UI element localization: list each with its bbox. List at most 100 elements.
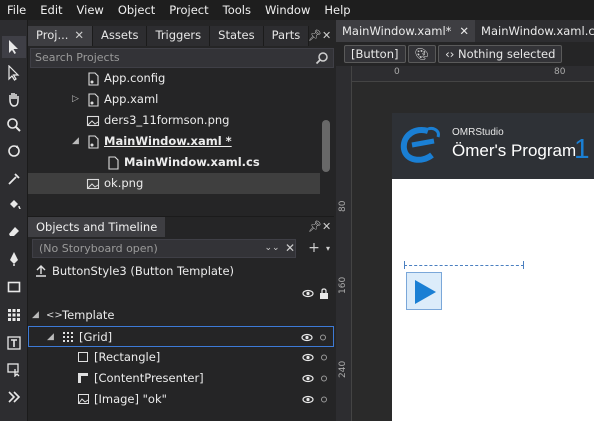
tab-mainwindow-cs[interactable]: MainWindow.xaml.cs (475, 20, 594, 42)
chevron-down-icon[interactable]: ▾ (320, 239, 336, 258)
eye-icon[interactable] (301, 327, 313, 348)
tree-item-mainwindow-cs[interactable]: MainWindow.xaml.cs (28, 152, 320, 173)
tree-item-mainwindow-xaml[interactable]: ◢ MainWindow.xaml * (28, 131, 320, 152)
control-tool-icon[interactable] (2, 358, 26, 380)
tab-triggers[interactable]: Triggers (147, 26, 211, 46)
tree-item-grid[interactable]: ◢ [Grid] (28, 326, 334, 347)
storyboard-picker[interactable]: (No Storyboard open) (32, 239, 296, 258)
template-edit-icon[interactable]: 🎨︎ (407, 45, 437, 63)
search-icon[interactable] (315, 51, 329, 65)
collapse-arrow-icon[interactable]: ◢ (47, 327, 54, 348)
assets-expand-icon[interactable] (2, 386, 26, 408)
tree-item-app-xaml[interactable]: ▷ App.xaml (28, 89, 320, 110)
menu-object[interactable]: Object (111, 0, 162, 20)
breadcrumb-selection[interactable]: ‹› Nothing selected (438, 45, 563, 63)
toolbox (0, 20, 28, 421)
tab-label: MainWindow.xaml* (342, 24, 452, 38)
selection-tool-icon[interactable] (2, 36, 26, 58)
close-icon[interactable]: ✕ (322, 217, 331, 237)
content-presenter-icon (78, 373, 88, 383)
xaml-file-icon (88, 93, 99, 107)
tree-item-content-presenter[interactable]: [ContentPresenter] (28, 368, 334, 389)
scope-visibility-row (28, 283, 334, 304)
document-tabs: MainWindow.xaml* ✕ MainWindow.xaml.cs (336, 20, 594, 42)
lock-toggle-icon[interactable] (319, 347, 329, 368)
close-storyboard-icon[interactable]: ✕ (282, 239, 298, 258)
config-file-icon (88, 72, 99, 86)
menu-window[interactable]: Window (258, 0, 317, 20)
ruler-label: 160 (338, 276, 348, 294)
designed-window[interactable]: OMRStudio Ömer's Program 1 (392, 113, 594, 421)
pin-icon[interactable]: 📌︎ (308, 26, 322, 46)
tree-item-template[interactable]: ◢ <> Template (28, 305, 334, 326)
eyedropper-tool-icon[interactable] (2, 168, 26, 190)
tab-mainwindow-xaml[interactable]: MainWindow.xaml* ✕ (336, 20, 476, 42)
pan-tool-icon[interactable] (2, 88, 26, 110)
app-brand: OMRStudio (452, 127, 504, 138)
scope-row[interactable]: ButtonStyle3 (Button Template) (28, 261, 334, 282)
app-logo-icon (400, 127, 440, 163)
tree-item-ok-png[interactable]: ok.png (28, 173, 320, 194)
tree-item-image[interactable]: [Image] "ok" (28, 389, 334, 410)
tree-item-ders3-png[interactable]: ders3_11formson.png (28, 110, 320, 131)
ruler-label: 80 (338, 200, 348, 212)
close-icon[interactable]: ✕ (74, 28, 84, 42)
camera-orbit-tool-icon[interactable] (2, 140, 26, 162)
ruler-label: 80 (554, 67, 566, 77)
storyboard-dropdown-icon[interactable]: ⌄⌄ (264, 239, 280, 258)
tab-projects[interactable]: Proj... ✕ (28, 26, 94, 46)
breadcrumb: [Button] 🎨︎ ‹› Nothing selected (336, 42, 594, 66)
projects-tab-bar: Proj... ✕ Assets Triggers States Parts 📌︎… (28, 26, 334, 46)
selection-guide-end (523, 261, 524, 269)
lock-icon[interactable] (319, 283, 329, 304)
play-button-preview[interactable] (406, 272, 442, 310)
menu-edit[interactable]: Edit (33, 0, 69, 20)
menu-help[interactable]: Help (317, 0, 357, 20)
close-icon[interactable]: ✕ (322, 26, 331, 46)
rectangle-tool-icon[interactable] (2, 276, 26, 298)
search-placeholder: Search Projects (35, 51, 120, 64)
breadcrumb-button[interactable]: [Button] (344, 45, 406, 63)
panel-title: Objects and Timeline (28, 217, 166, 237)
tree-item-label: [Grid] (79, 330, 113, 344)
eye-icon[interactable] (302, 389, 314, 410)
tree-item-rectangle[interactable]: [Rectangle] (28, 347, 334, 368)
xaml-file-icon (88, 135, 99, 149)
tree-item-label: App.config (104, 71, 166, 85)
pin-icon[interactable]: 📌︎ (308, 217, 322, 237)
pen-tool-icon[interactable] (2, 248, 26, 270)
tab-states[interactable]: States (210, 26, 264, 46)
lock-toggle-icon[interactable] (319, 368, 329, 389)
projects-scrollbar[interactable] (322, 120, 330, 172)
ruler-label: 240 (338, 360, 348, 378)
expand-arrow-icon[interactable]: ▷ (72, 89, 82, 110)
collapse-arrow-icon[interactable]: ◢ (32, 305, 39, 326)
close-icon[interactable]: ✕ (459, 24, 469, 38)
tree-item-label: App.xaml (104, 92, 159, 106)
menu-view[interactable]: View (70, 0, 111, 20)
horizontal-ruler: 0 80 (336, 66, 594, 82)
zoom-tool-icon[interactable] (2, 114, 26, 136)
tree-item-app-config[interactable]: App.config (28, 68, 320, 89)
menu-file[interactable]: File (0, 0, 33, 20)
tab-parts[interactable]: Parts (263, 26, 310, 46)
eye-icon[interactable] (302, 283, 314, 304)
scope-up-icon[interactable] (35, 265, 47, 277)
tab-assets[interactable]: Assets (93, 26, 148, 46)
eye-icon[interactable] (302, 368, 314, 389)
scope-label: ButtonStyle3 (Button Template) (52, 264, 235, 278)
menu-tools[interactable]: Tools (216, 0, 258, 20)
menu-project[interactable]: Project (162, 0, 215, 20)
lock-toggle-icon[interactable] (319, 389, 329, 410)
selection-label: Nothing selected (457, 47, 556, 61)
paint-bucket-tool-icon[interactable] (2, 194, 26, 216)
text-tool-icon[interactable] (2, 332, 26, 354)
tab-label: MainWindow.xaml.cs (481, 24, 594, 38)
eye-icon[interactable] (302, 347, 314, 368)
collapse-arrow-icon[interactable]: ◢ (72, 131, 82, 152)
search-input[interactable]: Search Projects (30, 48, 334, 68)
eraser-tool-icon[interactable] (2, 220, 26, 242)
grid-layout-tool-icon[interactable] (2, 304, 26, 326)
lock-toggle-icon[interactable] (318, 327, 328, 348)
direct-selection-tool-icon[interactable] (2, 62, 26, 84)
